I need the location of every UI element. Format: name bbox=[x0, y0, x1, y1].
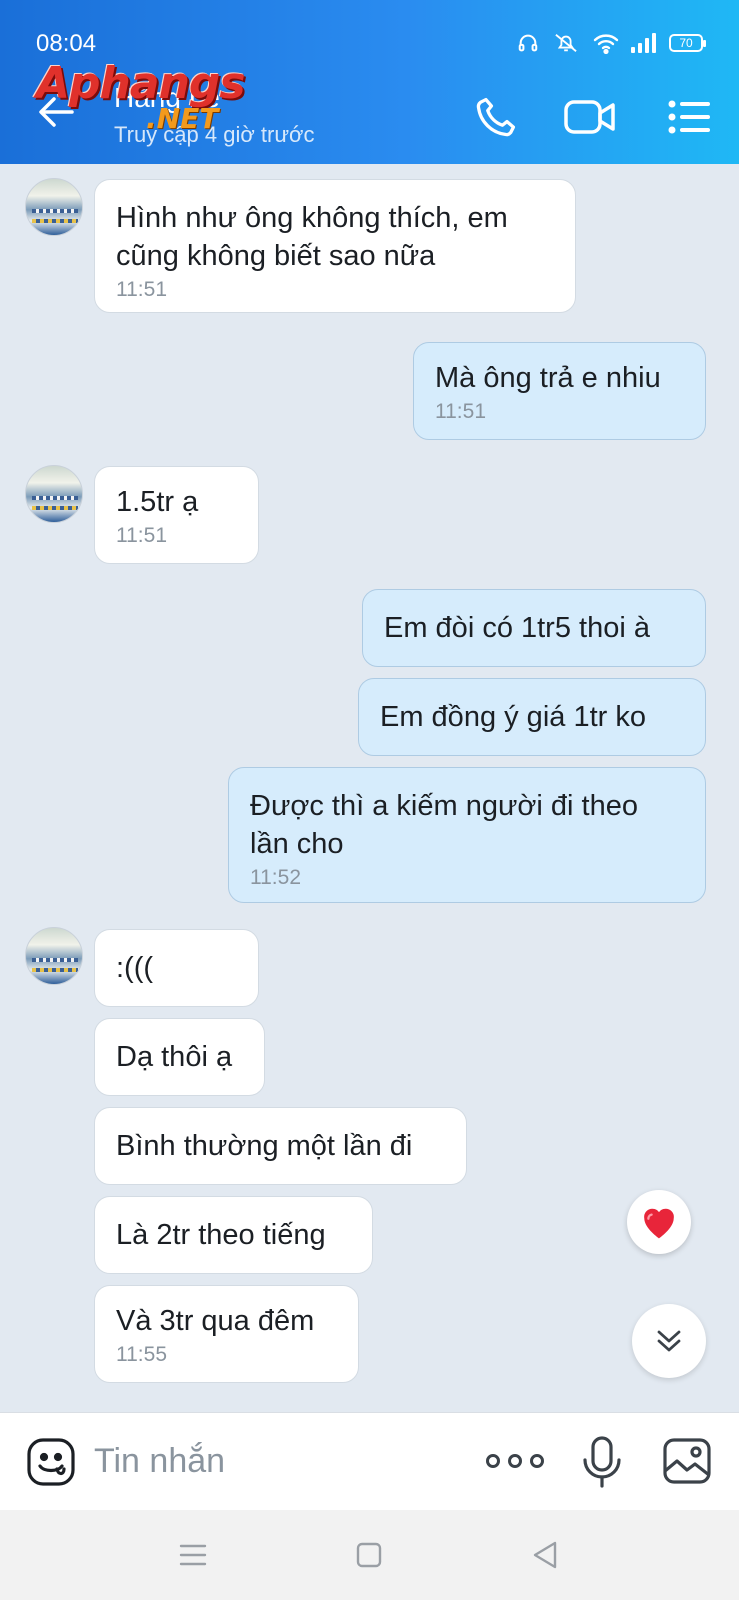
contact-avatar[interactable] bbox=[25, 465, 83, 523]
message-text: Là 2tr theo tiếng bbox=[116, 1219, 326, 1251]
message-text: Hình như ông không thích, em cũng không … bbox=[116, 202, 508, 272]
status-icons: 70 bbox=[517, 32, 706, 54]
message-bubble-incoming[interactable]: Dạ thôi ạ bbox=[94, 1018, 265, 1096]
status-time: 08:04 bbox=[36, 30, 97, 57]
back-button[interactable] bbox=[36, 92, 76, 132]
message-input[interactable] bbox=[94, 1433, 454, 1489]
send-image-button[interactable] bbox=[662, 1437, 712, 1485]
menu-list-icon bbox=[668, 100, 710, 134]
message-time: 11:51 bbox=[435, 400, 486, 423]
message-text: Dạ thôi ạ bbox=[116, 1041, 233, 1073]
message-time: 11:55 bbox=[116, 1343, 167, 1366]
system-nav-bar bbox=[0, 1510, 739, 1600]
video-call-icon bbox=[564, 100, 615, 134]
system-back-button[interactable] bbox=[528, 1538, 562, 1572]
message-text: Bình thường một lần đi bbox=[116, 1130, 413, 1162]
back-icon bbox=[533, 1541, 557, 1569]
signal-icon bbox=[631, 33, 656, 53]
message-bubble-outgoing[interactable]: Được thì a kiếm người đi theo lần cho 11… bbox=[228, 767, 706, 903]
double-chevron-down-icon bbox=[657, 1330, 681, 1352]
message-time: 11:52 bbox=[250, 866, 301, 889]
contact-avatar[interactable] bbox=[25, 178, 83, 236]
home-button[interactable] bbox=[352, 1538, 386, 1572]
mute-icon bbox=[555, 34, 577, 52]
recent-apps-icon bbox=[179, 1544, 207, 1566]
message-text: 1.5tr ạ bbox=[116, 486, 199, 518]
message-time: 11:51 bbox=[116, 278, 167, 301]
message-bubble-incoming[interactable]: 1.5tr ạ 11:51 bbox=[94, 466, 259, 564]
image-icon bbox=[663, 1438, 711, 1484]
video-call-button[interactable] bbox=[562, 92, 618, 142]
scroll-to-bottom-button[interactable] bbox=[632, 1304, 706, 1378]
message-composer bbox=[0, 1412, 739, 1510]
contact-last-seen: Truy cập 4 giờ trước bbox=[114, 122, 315, 147]
more-options-button[interactable] bbox=[486, 1443, 544, 1479]
message-bubble-outgoing[interactable]: Em đòi có 1tr5 thoi à bbox=[362, 589, 706, 667]
message-time: 11:51 bbox=[116, 524, 167, 547]
battery-icon: 70 bbox=[669, 34, 706, 52]
microphone-icon bbox=[583, 1436, 621, 1488]
options-menu-button[interactable] bbox=[662, 92, 718, 142]
message-bubble-incoming[interactable]: :((( bbox=[94, 929, 259, 1007]
more-options-icon bbox=[508, 1454, 522, 1468]
more-options-icon bbox=[486, 1454, 500, 1468]
message-bubble-incoming[interactable]: Hình như ông không thích, em cũng không … bbox=[94, 179, 576, 313]
contact-avatar[interactable] bbox=[25, 927, 83, 985]
back-arrow-icon bbox=[39, 97, 74, 127]
emoji-button[interactable] bbox=[26, 1437, 76, 1487]
recent-apps-button[interactable] bbox=[176, 1538, 210, 1572]
message-text: Em đồng ý giá 1tr ko bbox=[380, 701, 646, 733]
phone-icon bbox=[476, 97, 516, 137]
message-bubble-outgoing[interactable]: Mà ông trả e nhiu 11:51 bbox=[413, 342, 706, 440]
message-text: :((( bbox=[116, 952, 154, 984]
message-bubble-incoming[interactable]: Là 2tr theo tiếng bbox=[94, 1196, 373, 1274]
message-text: Và 3tr qua đêm bbox=[116, 1305, 315, 1337]
voice-message-button[interactable] bbox=[580, 1435, 624, 1489]
emoji-icon bbox=[27, 1438, 75, 1486]
message-bubble-incoming[interactable]: Bình thường một lần đi bbox=[94, 1107, 467, 1185]
heart-icon bbox=[644, 1208, 674, 1239]
header-bar: 08:04 70 Hằng Lê Truy cập 4 giờ trước Ap… bbox=[0, 0, 739, 164]
chat-area[interactable]: Hình như ông không thích, em cũng không … bbox=[0, 164, 739, 1412]
message-text: Em đòi có 1tr5 thoi à bbox=[384, 612, 650, 644]
voice-call-button[interactable] bbox=[468, 92, 524, 142]
more-options-icon bbox=[530, 1454, 544, 1468]
home-icon bbox=[356, 1542, 382, 1568]
reaction-button[interactable] bbox=[627, 1190, 691, 1254]
message-bubble-incoming[interactable]: Và 3tr qua đêm 11:55 bbox=[94, 1285, 359, 1383]
message-bubble-outgoing[interactable]: Em đồng ý giá 1tr ko bbox=[358, 678, 706, 756]
headset-icon bbox=[518, 34, 538, 52]
contact-name[interactable]: Hằng Lê bbox=[114, 82, 220, 114]
message-text: Được thì a kiếm người đi theo lần cho bbox=[250, 790, 638, 860]
wifi-icon bbox=[593, 34, 619, 54]
message-text: Mà ông trả e nhiu bbox=[435, 362, 661, 394]
